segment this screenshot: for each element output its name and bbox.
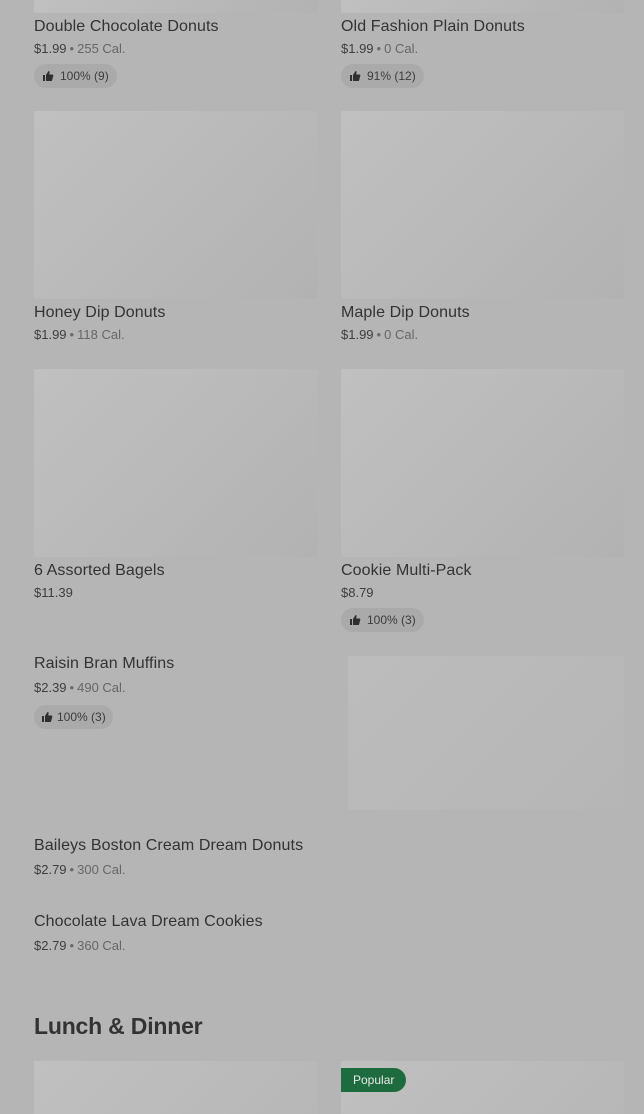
menu-item-card[interactable]: Maple Dip Donuts $1.99 • 0 Cal. — [341, 111, 624, 344]
item-price: $1.99 — [341, 41, 374, 56]
item-price: $2.39 — [34, 680, 67, 695]
separator: • — [376, 327, 382, 342]
item-meta: $1.99 • 255 Cal. — [34, 40, 318, 58]
item-meta: $1.99 • 0 Cal. — [341, 326, 624, 344]
item-title: Honey Dip Donuts — [34, 304, 166, 321]
menu-page: Double Chocolate Donuts $1.99 • 255 Cal. 1… — [0, 0, 644, 1114]
thumbs-up-icon — [349, 614, 361, 626]
separator: • — [69, 327, 75, 342]
menu-item-card[interactable]: Double Chocolate Donuts $1.99 • 255 Cal. 1… — [34, 0, 318, 88]
item-price: $2.79 — [34, 938, 67, 953]
item-image — [34, 111, 318, 299]
item-title: 6 Assorted Bagels — [34, 562, 165, 579]
popular-badge: Popular — [341, 1068, 407, 1092]
rating-badge: 100% (9) — [34, 64, 117, 88]
separator: • — [69, 680, 75, 695]
item-meta: $2.39 • 490 Cal. — [34, 679, 324, 697]
item-title: Cookie Multi-Pack — [341, 562, 472, 579]
item-title: Old Fashion Plain Donuts — [341, 18, 525, 35]
item-image — [34, 369, 318, 557]
item-meta: $2.79 • 300 Cal. — [34, 861, 624, 879]
item-title: Double Chocolate Donuts — [34, 18, 219, 35]
item-calories: 255 Cal. — [77, 41, 126, 56]
item-image — [34, 0, 318, 13]
item-meta: $8.79 — [341, 584, 624, 602]
item-calories: 300 Cal. — [77, 862, 126, 877]
item-meta: $1.99 • 0 Cal. — [341, 40, 624, 58]
item-image — [341, 111, 624, 299]
item-title: Baileys Boston Cream Dream Donuts — [34, 837, 304, 854]
rating-text: 100% (9) — [60, 69, 109, 83]
item-title: Chocolate Lava Dream Cookies — [34, 913, 263, 930]
rating-text: 100% (3) — [57, 710, 106, 724]
item-price: $1.99 — [34, 327, 67, 342]
menu-item-card[interactable]: 6 Assorted Bagels $11.39 — [34, 369, 318, 602]
rating-text: 100% (3) — [367, 613, 416, 627]
item-calories: 0 Cal. — [384, 41, 419, 56]
menu-list-item[interactable]: Baileys Boston Cream Dream Donuts $2.79 •… — [34, 836, 624, 879]
menu-list-item[interactable]: Raisin Bran Muffins $2.39 • 490 Cal. 100% … — [34, 654, 324, 729]
thumbs-up-icon — [41, 711, 53, 723]
separator: • — [69, 862, 75, 877]
item-image — [341, 0, 624, 13]
rating-badge: 100% (3) — [341, 608, 424, 632]
separator: • — [69, 938, 75, 953]
item-image[interactable] — [34, 1061, 318, 1114]
menu-list-item[interactable]: Chocolate Lava Dream Cookies $2.79 • 360 C… — [34, 912, 624, 955]
item-meta: $11.39 — [34, 584, 318, 602]
item-calories: 118 Cal. — [77, 327, 125, 342]
item-meta: $2.79 • 360 Cal. — [34, 937, 624, 955]
rating-badge: 91% (12) — [341, 64, 424, 88]
menu-item-card[interactable]: Old Fashion Plain Donuts $1.99 • 0 Cal. 91… — [341, 0, 624, 88]
section-title: Lunch & Dinner — [34, 1013, 203, 1039]
item-price: $8.79 — [341, 585, 374, 600]
menu-item-card[interactable]: Honey Dip Donuts $1.99 • 118 Cal. — [34, 111, 318, 344]
item-price: $1.99 — [341, 327, 374, 342]
menu-item-card[interactable]: Cookie Multi-Pack $8.79 100% (3) — [341, 369, 624, 632]
item-calories: 360 Cal. — [77, 938, 126, 953]
item-calories: 0 Cal. — [384, 327, 419, 342]
item-title: Maple Dip Donuts — [341, 304, 470, 321]
item-price: $1.99 — [34, 41, 67, 56]
item-calories: 490 Cal. — [77, 680, 126, 695]
thumbs-up-icon — [42, 70, 54, 82]
item-title: Raisin Bran Muffins — [34, 655, 175, 672]
rating-badge: 100% (3) — [34, 705, 113, 729]
item-image — [341, 369, 624, 557]
rating-text: 91% (12) — [367, 69, 416, 83]
separator: • — [69, 41, 75, 56]
thumbs-up-icon — [349, 70, 361, 82]
item-image[interactable] — [348, 656, 624, 810]
separator: • — [376, 41, 382, 56]
item-price: $2.79 — [34, 862, 67, 877]
item-price: $11.39 — [34, 585, 73, 600]
item-meta: $1.99 • 118 Cal. — [34, 326, 318, 344]
